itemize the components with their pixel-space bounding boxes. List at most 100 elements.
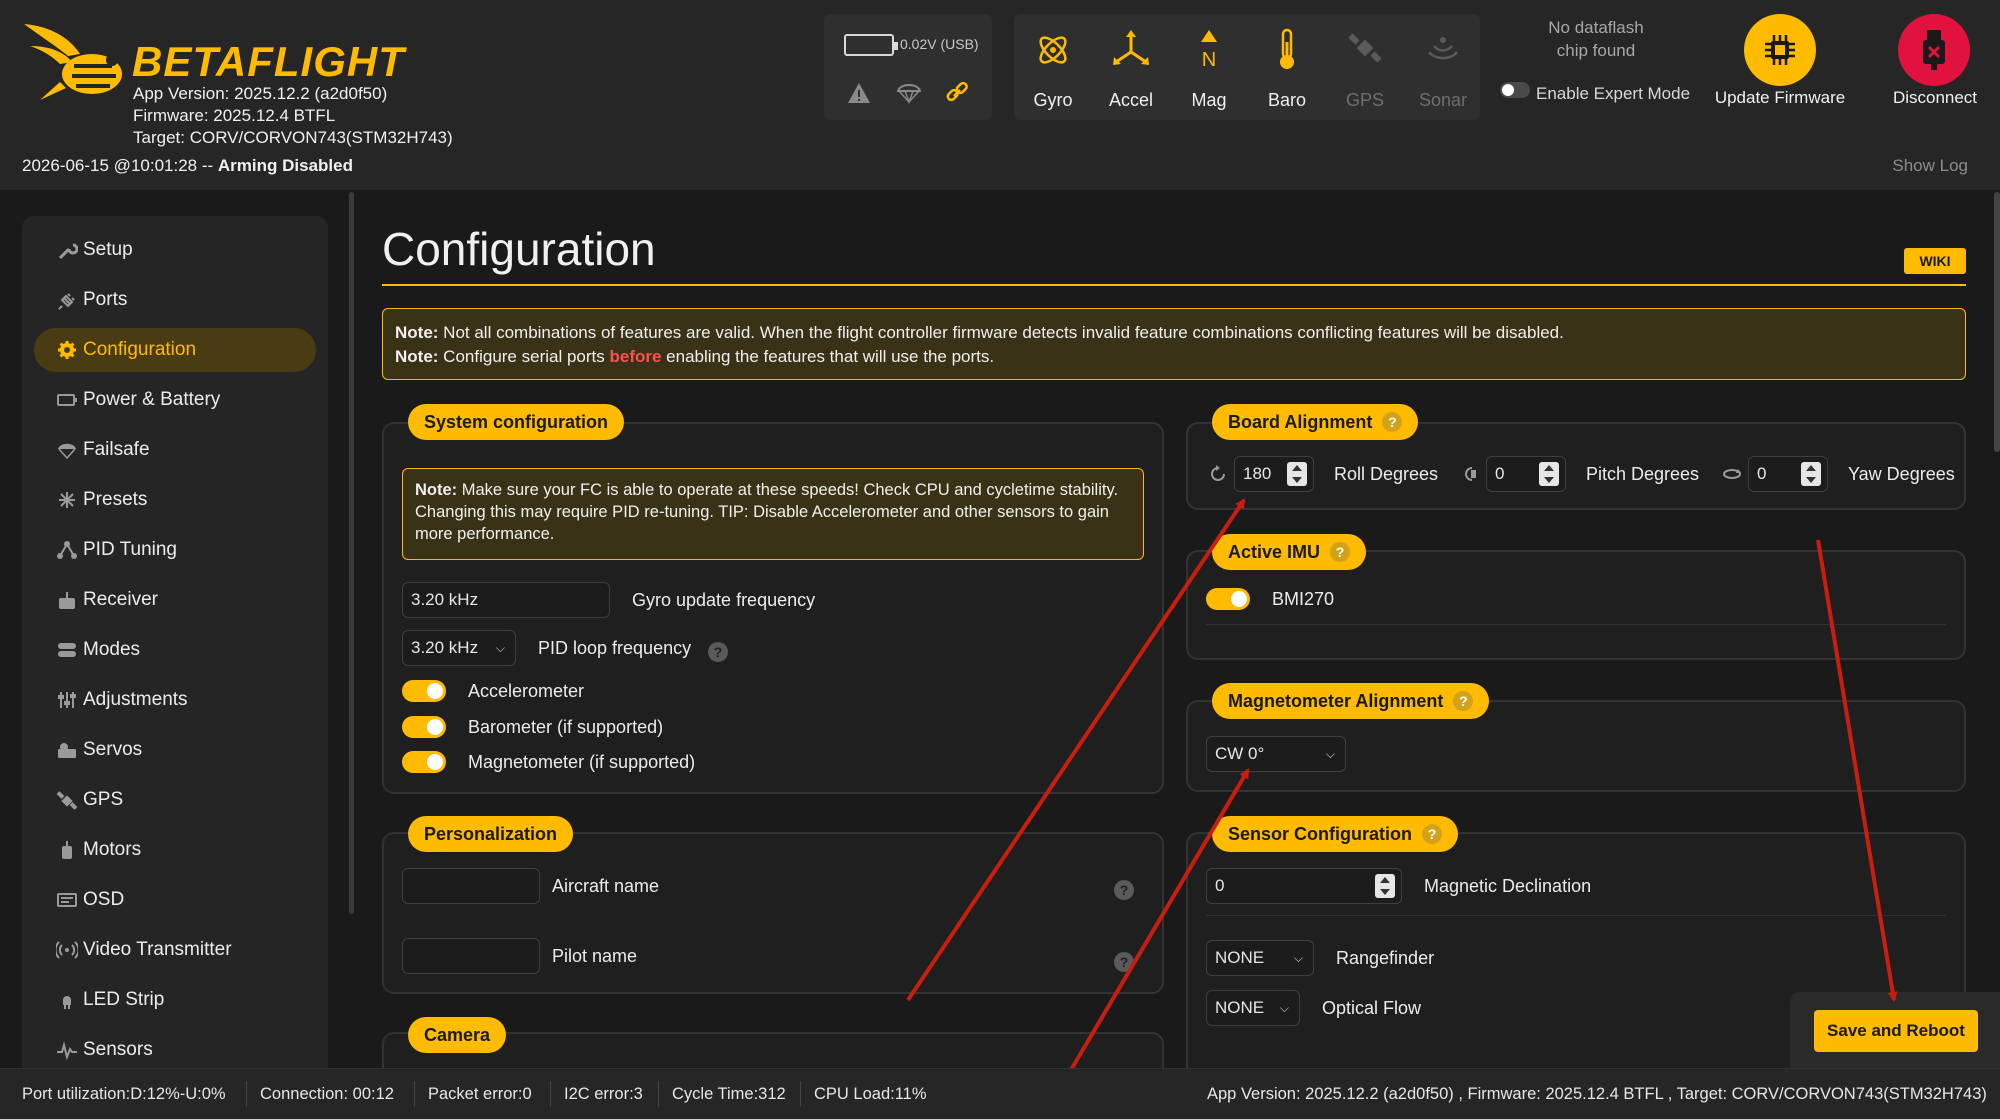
mag-alignment-select[interactable]: CW 0° ⌵: [1206, 736, 1346, 772]
svg-text:N: N: [1202, 49, 1216, 71]
imu-divider: [1206, 624, 1946, 625]
sliders-icon: [58, 692, 76, 708]
features-note: Note: Not all combinations of features a…: [382, 308, 1966, 380]
pitch-degrees-input[interactable]: 0: [1486, 456, 1566, 492]
sensor-accel: Accel: [1092, 14, 1170, 120]
magnetometer-toggle[interactable]: [402, 751, 446, 773]
active-imu-title: Active IMU?: [1212, 534, 1367, 570]
mag-alignment-title: Magnetometer Alignment?: [1212, 683, 1490, 719]
target-info: Target: CORV/CORVON743(STM32H743): [133, 128, 453, 147]
wrench-icon: [58, 243, 78, 260]
sidebar-item-pid-tuning[interactable]: PID Tuning: [34, 528, 316, 572]
pid-frequency-help-icon[interactable]: ?: [708, 642, 728, 662]
show-log-link[interactable]: Show Log: [1892, 156, 1968, 176]
pilot-name-help-icon[interactable]: ?: [1114, 952, 1134, 972]
roll-icon: [1211, 465, 1225, 481]
active-imu-help-icon[interactable]: ?: [1330, 542, 1351, 562]
sidebar-item-setup[interactable]: Setup: [34, 228, 316, 272]
sidebar-item-label: Presets: [83, 489, 148, 510]
link-icon: [946, 81, 968, 102]
save-and-reboot-button[interactable]: Save and Reboot: [1814, 1010, 1978, 1052]
betaflight-bee-logo: [24, 24, 122, 100]
sidebar-item-presets[interactable]: Presets: [34, 478, 316, 522]
imu-bmi270-toggle[interactable]: [1206, 588, 1250, 610]
disconnect-button[interactable]: [1898, 14, 1970, 86]
roll-degrees-input[interactable]: 180: [1234, 456, 1314, 492]
expert-mode-toggle[interactable]: [1500, 82, 1530, 98]
imu-name: BMI270: [1272, 589, 1335, 609]
accelerometer-toggle[interactable]: [402, 680, 446, 702]
mag-alignment-help-icon[interactable]: ?: [1453, 691, 1474, 711]
wiki-button[interactable]: WIKI: [1904, 248, 1966, 274]
pilot-name-input[interactable]: [402, 938, 540, 974]
datetime: 2026-06-15 @10:01:28 --: [22, 156, 218, 175]
sidebar-item-receiver[interactable]: Receiver: [34, 578, 316, 622]
sidebar-item-failsafe[interactable]: Failsafe: [34, 428, 316, 472]
sidebar-item-label: Modes: [83, 639, 141, 660]
update-firmware-button[interactable]: [1744, 14, 1816, 86]
pid-loop-frequency-select[interactable]: 3.20 kHz ⌵: [402, 630, 516, 666]
sidebar-item-configuration[interactable]: Configuration: [34, 328, 316, 372]
presets-icon: [59, 492, 75, 508]
sidebar-item-label: Ports: [83, 289, 128, 310]
vtx-icon: [56, 941, 78, 959]
app-version: App Version: 2025.12.2 (a2d0f50): [133, 84, 388, 103]
gyro-frequency-field[interactable]: 3.20 kHz: [402, 582, 610, 618]
sidebar-item-osd[interactable]: OSD: [34, 878, 316, 922]
motor-icon: [62, 841, 72, 859]
sidebar-item-adjustments[interactable]: Adjustments: [34, 678, 316, 722]
sidebar-item-gps[interactable]: GPS: [34, 778, 316, 822]
yaw-spinner[interactable]: [1801, 462, 1821, 486]
sidebar-item-video-transmitter[interactable]: Video Transmitter: [34, 928, 316, 972]
packet-error: Packet error:0: [428, 1085, 532, 1103]
receiver-icon: [59, 592, 75, 609]
camera-title: Camera: [408, 1017, 507, 1053]
sidebar-item-motors[interactable]: Motors: [34, 828, 316, 872]
magnetic-declination-input[interactable]: 0: [1206, 868, 1402, 904]
sensor-baro: Baro: [1248, 14, 1326, 120]
roll-spinner[interactable]: [1287, 462, 1307, 486]
sidebar-item-sensors[interactable]: Sensors: [34, 1028, 316, 1072]
sidebar-item-ports[interactable]: Ports: [34, 278, 316, 322]
cpu-load: CPU Load:11%: [814, 1085, 927, 1103]
sensor-graph-icon: [57, 1041, 77, 1060]
main-scrollbar[interactable]: [1994, 192, 2000, 452]
declination-spinner[interactable]: [1375, 874, 1395, 898]
accel-icon: [1113, 30, 1149, 65]
servo-icon: [58, 743, 76, 758]
sidebar-item-led-strip[interactable]: LED Strip: [34, 978, 316, 1022]
sensor-gyro: Gyro: [1014, 14, 1092, 120]
sidebar-scrollbar[interactable]: [349, 192, 354, 914]
sidebar-item-label: GPS: [83, 789, 124, 810]
sidebar-item-servos[interactable]: Servos: [34, 728, 316, 772]
pitch-degrees-label: Pitch Degrees: [1586, 464, 1700, 484]
optical-flow-select[interactable]: NONE ⌵: [1206, 990, 1300, 1026]
sidebar-item-label: Power & Battery: [83, 389, 221, 410]
sidebar-item-label: OSD: [83, 889, 125, 910]
battery-voltage: 0.02V (USB): [900, 36, 979, 52]
version-info: App Version: 2025.12.2 (a2d0f50) , Firmw…: [1207, 1085, 1987, 1103]
pid-icon: [57, 541, 77, 559]
i2c-error: I2C error:3: [564, 1085, 643, 1103]
rangefinder-select[interactable]: NONE ⌵: [1206, 940, 1314, 976]
board-alignment-help-icon[interactable]: ?: [1382, 412, 1403, 432]
sensor-config-help-icon[interactable]: ?: [1422, 824, 1442, 844]
board-alignment-title: Board Alignment?: [1212, 404, 1419, 440]
disconnect-label: Disconnect: [1892, 88, 1978, 107]
datetime-status: 2026-06-15 @10:01:28 -- Arming Disabled: [22, 156, 353, 176]
pitch-spinner[interactable]: [1539, 462, 1559, 486]
sidebar-item-modes[interactable]: Modes: [34, 628, 316, 672]
sidebar-item-power-battery[interactable]: Power & Battery: [34, 378, 316, 422]
chevron-down-icon: ⌵: [1325, 747, 1335, 761]
sensor-status-box: Gyro Accel N Mag Baro GPS Sonar: [1014, 14, 1480, 120]
roll-degrees-label: Roll Degrees: [1334, 464, 1439, 484]
yaw-degrees-input[interactable]: 0: [1748, 456, 1828, 492]
aircraft-name-label: Aircraft name: [552, 876, 660, 896]
baro-icon: [1280, 28, 1294, 69]
aircraft-name-help-icon[interactable]: ?: [1114, 880, 1134, 900]
connection-time: Connection: 00:12: [260, 1085, 394, 1103]
brand-name: BETAFLIGHT: [132, 38, 405, 85]
barometer-toggle[interactable]: [402, 716, 446, 738]
warning-icon: [848, 83, 870, 103]
aircraft-name-input[interactable]: [402, 868, 540, 904]
